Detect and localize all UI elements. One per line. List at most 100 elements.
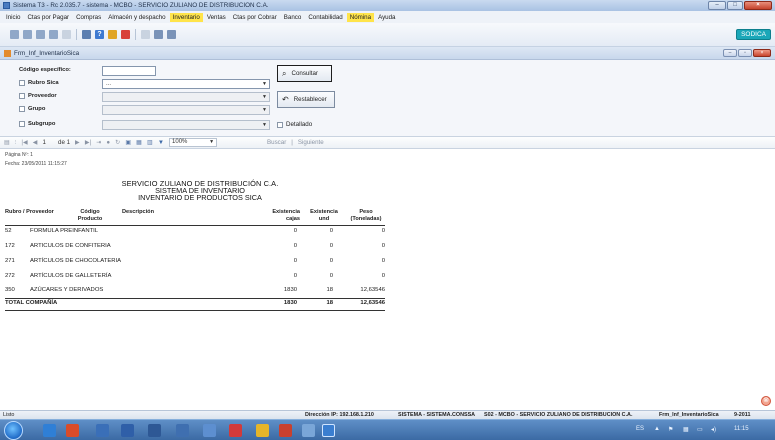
minimize-button[interactable]: –	[708, 1, 726, 10]
zoom-select[interactable]: 100% ▼	[169, 138, 218, 147]
delete-icon[interactable]	[49, 30, 58, 39]
row-descripcion: FORMULA PREINFANTIL	[30, 228, 99, 234]
help-icon[interactable]: ?	[95, 30, 104, 39]
language-indicator[interactable]: ES	[636, 426, 644, 432]
grupo-checkbox[interactable]	[19, 106, 25, 112]
close-button[interactable]: ×	[744, 1, 772, 10]
calculator-icon[interactable]	[154, 30, 163, 39]
print-icon[interactable]: ▣	[125, 139, 131, 146]
menu-inventario[interactable]: Inventario	[169, 12, 203, 22]
proveedor-label: Proveedor	[28, 93, 57, 99]
consultar-button[interactable]: ⌕ Consultar	[277, 65, 332, 82]
mdi-area: Frm_Inf_InventarioSica – ▫ × Código espe…	[0, 47, 775, 410]
proveedor-checkbox[interactable]	[19, 93, 25, 99]
taskbar-app-icon[interactable]	[229, 424, 242, 437]
stop-icon[interactable]: ●	[106, 139, 110, 146]
print-icon[interactable]	[82, 30, 91, 39]
page-setup-icon[interactable]: ▥	[147, 139, 153, 146]
form-restore-button[interactable]: ▫	[738, 49, 752, 57]
menu-ventas[interactable]: Ventas	[204, 13, 229, 22]
active-app-icon[interactable]	[322, 424, 335, 437]
subgrupo-checkbox[interactable]	[19, 121, 25, 127]
taskbar-app-icon[interactable]	[302, 424, 315, 437]
chrome-icon[interactable]	[66, 424, 79, 437]
form-title: Frm_Inf_InventarioSica	[14, 49, 80, 57]
group-tree-icon[interactable]: ⫶	[15, 139, 17, 147]
table-row: 52 FORMULA PREINFANTIL 0 0 0	[0, 228, 400, 238]
page-of: de 1	[58, 139, 71, 146]
menu-ctas-por-cobrar[interactable]: Ctas por Cobrar	[230, 13, 280, 22]
chevron-down-icon: ▼	[262, 107, 267, 113]
export-icon[interactable]: ▼	[158, 139, 164, 146]
col-codigo-header: Código Producto	[77, 209, 103, 222]
flag-icon[interactable]: ⚑	[668, 426, 673, 433]
find-link[interactable]: Buscar	[267, 139, 286, 146]
next-page-icon[interactable]: ▶	[75, 139, 80, 146]
monitor-icon[interactable]: ▭	[697, 426, 703, 433]
taskbar-app-icon[interactable]	[96, 424, 109, 437]
total-row: TOTAL COMPAÑÍA 1830 18 12,63546	[0, 300, 400, 310]
row-codigo: 52	[5, 228, 12, 234]
menu-ctas-por-pagar[interactable]: Ctas por Pagar	[24, 13, 72, 22]
taskbar-app-icon[interactable]	[176, 424, 189, 437]
row-und: 0	[329, 273, 333, 279]
ie-icon[interactable]	[43, 424, 56, 437]
proveedor-select[interactable]: ▼	[102, 92, 270, 102]
restablecer-button[interactable]: ↶ Restablecer	[277, 91, 335, 108]
taskbar-app-icon[interactable]	[279, 424, 292, 437]
menu-nomina[interactable]: Nómina	[346, 12, 375, 22]
print-layout-icon[interactable]: ▦	[136, 139, 142, 146]
taskbar-app-icon[interactable]	[148, 424, 161, 437]
go-icon[interactable]: ⇥	[96, 139, 101, 146]
detallado-checkbox[interactable]	[277, 121, 283, 128]
first-page-icon[interactable]: |◀	[21, 139, 27, 146]
taskbar-app-icon[interactable]	[121, 424, 134, 437]
taskbar-app-icon[interactable]	[203, 424, 216, 437]
page-current[interactable]: 1	[43, 139, 46, 146]
edit-icon[interactable]	[167, 30, 176, 39]
rubro-select[interactable]: ... ▼	[102, 79, 270, 89]
report-viewer-toolbar: ▤ ⫶ |◀ ◀ 1 de 1 ▶ ▶| ⇥ ● ↻ ▣ ▦ ▥ ▼ 100% …	[0, 136, 775, 149]
rubro-row: Rubro Sica	[19, 80, 59, 86]
toggle-tree-icon[interactable]: ▤	[4, 139, 10, 146]
form-minimize-button[interactable]: –	[723, 49, 737, 57]
row-codigo: 271	[5, 258, 15, 264]
subgrupo-label: Subgrupo	[28, 121, 56, 127]
last-page-icon[interactable]: ▶|	[85, 139, 91, 146]
filter-icon[interactable]	[62, 30, 71, 39]
menu-almacen[interactable]: Almacén y despacho	[105, 13, 168, 22]
refresh-icon[interactable]: ↻	[115, 139, 120, 146]
tray-arrow-icon[interactable]: ▲	[654, 426, 660, 432]
codigo-input[interactable]	[102, 66, 156, 76]
row-descripcion: ARTÍCULOS DE GALLETERÍA	[30, 273, 112, 279]
menu-inicio[interactable]: Inicio	[3, 13, 23, 22]
tools-icon[interactable]	[108, 30, 117, 39]
menu-banco[interactable]: Banco	[281, 13, 305, 22]
search-icon: ⌕	[282, 68, 287, 78]
maximize-button[interactable]: □	[727, 1, 743, 10]
detallado-label: Detallado	[286, 121, 313, 128]
network-icon[interactable]: ▦	[683, 426, 689, 433]
open-icon[interactable]	[23, 30, 32, 39]
menu-ayuda[interactable]: Ayuda	[375, 13, 398, 22]
menu-compras[interactable]: Compras	[73, 13, 104, 22]
report-title-heading: INVENTARIO DE PRODUCTOS SICA	[138, 193, 262, 202]
save-icon[interactable]	[36, 30, 45, 39]
close-report-icon[interactable]: ⊗	[761, 396, 771, 406]
exit-icon[interactable]	[121, 30, 130, 39]
menu-contabilidad[interactable]: Contabilidad	[305, 13, 345, 22]
window-icon[interactable]	[141, 30, 150, 39]
start-button[interactable]	[4, 421, 23, 440]
clock[interactable]: 11:15	[734, 426, 749, 432]
folder-icon[interactable]	[256, 424, 269, 437]
subgrupo-select[interactable]: ▼	[102, 120, 270, 130]
rubro-checkbox[interactable]	[19, 80, 25, 86]
grupo-select[interactable]: ▼	[102, 105, 270, 115]
find-next-link[interactable]: Siguiente	[298, 139, 324, 146]
form-title-bar: Frm_Inf_InventarioSica – ▫ ×	[0, 47, 775, 60]
volume-icon[interactable]: ◂)	[711, 426, 716, 433]
form-close-button[interactable]: ×	[753, 49, 771, 57]
new-icon[interactable]	[10, 30, 19, 39]
prev-page-icon[interactable]: ◀	[33, 139, 38, 146]
rubro-value: ...	[106, 81, 112, 87]
